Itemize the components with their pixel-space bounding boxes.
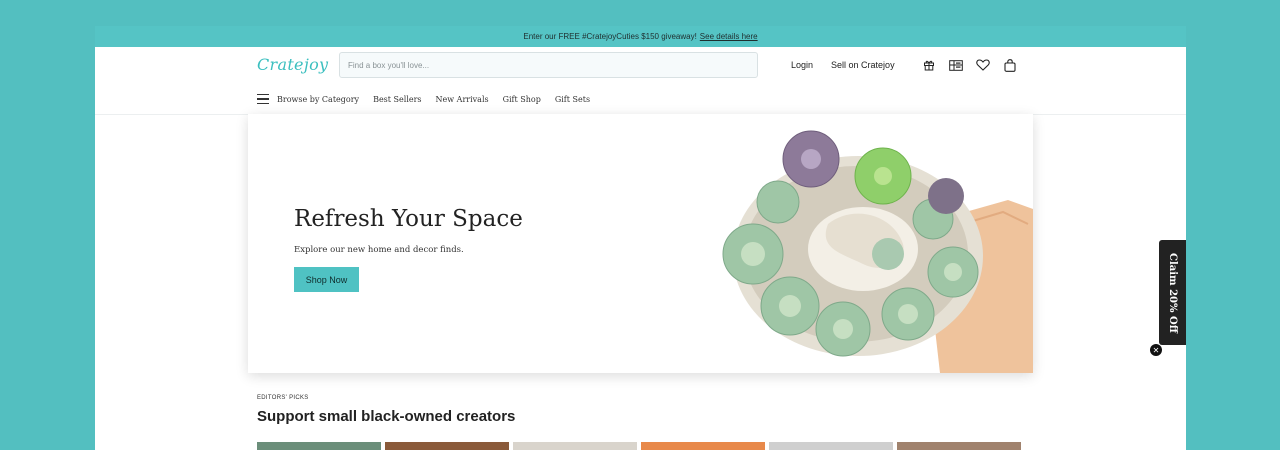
- nav-best-sellers[interactable]: Best Sellers: [373, 95, 421, 104]
- category-nav: Browse by Category Best Sellers New Arri…: [257, 94, 590, 104]
- product-thumbnails: [257, 442, 1021, 450]
- cratejoy-logo[interactable]: Cratejoy: [257, 55, 328, 74]
- login-link[interactable]: Login: [791, 60, 813, 70]
- nav-new-arrivals[interactable]: New Arrivals: [436, 95, 489, 104]
- site-header: Cratejoy Login Sell on Cratejoy Browse b…: [95, 47, 1186, 104]
- nav-gift-sets[interactable]: Gift Sets: [555, 95, 590, 104]
- product-thumbnail[interactable]: [513, 442, 637, 450]
- sell-link[interactable]: Sell on Cratejoy: [831, 60, 895, 70]
- nav-gift-shop[interactable]: Gift Shop: [503, 95, 541, 104]
- heart-icon[interactable]: [975, 58, 991, 72]
- nav-browse-by-category[interactable]: Browse by Category: [277, 95, 359, 104]
- section-title: Support small black-owned creators: [257, 408, 516, 425]
- product-thumbnail[interactable]: [257, 442, 381, 450]
- header-icons: [921, 58, 1018, 72]
- product-thumbnail[interactable]: [897, 442, 1021, 450]
- bag-icon[interactable]: [1002, 58, 1018, 72]
- close-icon[interactable]: ✕: [1150, 344, 1162, 356]
- search-input[interactable]: [339, 52, 758, 78]
- page-frame: Enter our FREE #CratejoyCuties $150 give…: [95, 26, 1186, 450]
- hero-title: Refresh Your Space: [294, 206, 523, 232]
- hero-subtitle: Explore our new home and decor finds.: [294, 245, 464, 255]
- product-thumbnail[interactable]: [769, 442, 893, 450]
- hamburger-icon[interactable]: [257, 94, 269, 104]
- claim-discount-tab[interactable]: Claim 20% Off: [1159, 240, 1186, 345]
- gift-card-icon[interactable]: [948, 58, 964, 72]
- header-links: Login Sell on Cratejoy: [791, 60, 895, 70]
- hero-banner: Refresh Your Space Explore our new home …: [248, 114, 1033, 373]
- shop-now-button[interactable]: Shop Now: [294, 267, 359, 292]
- promo-details-link[interactable]: See details here: [700, 32, 758, 41]
- section-eyebrow: EDITORS' PICKS: [257, 395, 309, 401]
- promo-text: Enter our FREE #CratejoyCuties $150 give…: [523, 32, 697, 41]
- claim-label: Claim 20% Off: [1167, 252, 1178, 333]
- promo-bar: Enter our FREE #CratejoyCuties $150 give…: [95, 26, 1186, 47]
- product-thumbnail[interactable]: [641, 442, 765, 450]
- succulent-planter-image: [678, 114, 1033, 373]
- product-thumbnail[interactable]: [385, 442, 509, 450]
- gift-icon[interactable]: [921, 58, 937, 72]
